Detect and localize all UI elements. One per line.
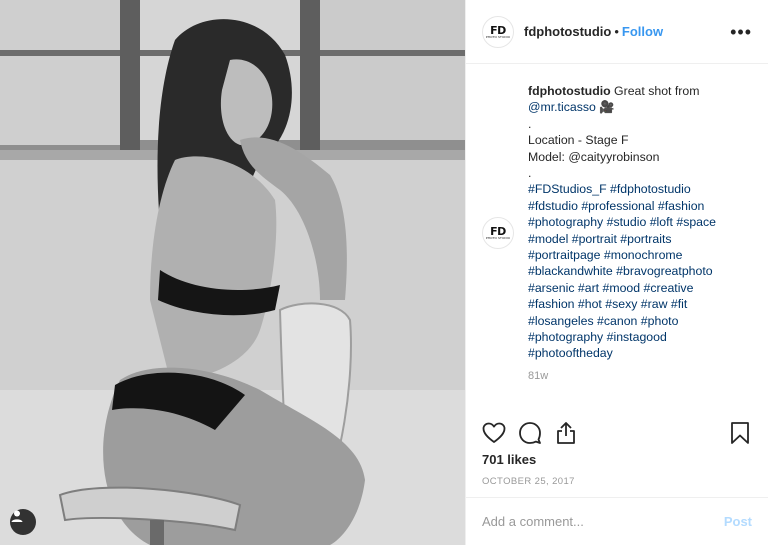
logo-text: FD (490, 23, 506, 37)
share-button[interactable] (554, 421, 578, 445)
save-button[interactable] (728, 421, 752, 445)
post-header: FD PHOTO STUDIO fdphotostudio • Follow •… (466, 0, 768, 64)
logo-subtext: PHOTO STUDIO (485, 34, 511, 39)
more-options-icon[interactable]: ••• (730, 23, 752, 41)
heart-icon (482, 422, 506, 443)
add-comment-bar: Post (466, 497, 768, 545)
hashtag-line[interactable]: #photography #instagood (528, 329, 752, 345)
caption-location: Location - Stage F (528, 133, 629, 148)
user-tag-icon (11, 510, 23, 522)
comment-button[interactable] (518, 421, 542, 445)
photo-image (0, 0, 465, 545)
user-tag-button[interactable] (10, 509, 36, 535)
caption-text: fdphotostudio Great shot from @mr.ticass… (528, 83, 752, 384)
action-bar (482, 418, 752, 448)
hashtag-line[interactable]: #portraitpage #monochrome (528, 247, 752, 263)
hashtag-line[interactable]: #blackandwhite #bravogreatphoto (528, 263, 752, 279)
share-icon (557, 422, 575, 444)
post-comment-button[interactable]: Post (724, 514, 752, 529)
caption-model: Model: @caityyrobinson (528, 149, 660, 164)
comment-input[interactable] (482, 514, 724, 529)
caption-dot: . (528, 116, 532, 131)
profile-avatar[interactable]: FD PHOTO STUDIO (482, 15, 514, 48)
hashtag-line[interactable]: #photography #studio #loft #space (528, 214, 752, 230)
like-button[interactable] (482, 421, 506, 445)
post-date[interactable]: OCTOBER 25, 2017 (482, 476, 575, 487)
header-username[interactable]: fdphotostudio (524, 24, 611, 39)
hashtag-line[interactable]: #model #portrait #portraits (528, 231, 752, 247)
hashtag-line[interactable]: #losangeles #canon #photo (528, 313, 752, 329)
hashtag-line[interactable]: #FDStudios_F #fdphotostudio (528, 181, 752, 197)
caption-line-1: fdphotostudio Great shot from (528, 83, 752, 99)
caption-avatar[interactable]: FD PHOTO STUDIO (482, 217, 514, 249)
comment-icon (519, 422, 541, 444)
follow-button[interactable]: Follow (622, 24, 663, 39)
likes-count[interactable]: 701 likes (482, 452, 536, 467)
bookmark-icon (731, 422, 749, 444)
caption-timestamp[interactable]: 81w (528, 368, 752, 384)
hashtag-line[interactable]: #fashion #hot #sexy #raw #fit (528, 296, 752, 312)
caption-comment: FD PHOTO STUDIO fdphotostudio Great shot… (482, 83, 752, 384)
hashtag-line[interactable]: #arsenic #art #mood #creative (528, 280, 752, 296)
caption-dot: . (528, 166, 532, 181)
caption-text-start: Great shot from (610, 84, 700, 98)
header-separator: • (614, 24, 619, 39)
mention-photographer[interactable]: @mr.ticasso 🎥 (528, 99, 752, 115)
comments-list[interactable]: FD PHOTO STUDIO fdphotostudio Great shot… (466, 65, 768, 404)
caption-username[interactable]: fdphotostudio (528, 84, 611, 98)
caption-logo-subtext: PHOTO STUDIO (485, 236, 511, 240)
post-sidebar: FD PHOTO STUDIO fdphotostudio • Follow •… (465, 0, 768, 545)
post-photo[interactable] (0, 0, 465, 545)
hashtag-line[interactable]: #photooftheday (528, 345, 752, 361)
hashtag-line[interactable]: #fdstudio #professional #fashion (528, 198, 752, 214)
